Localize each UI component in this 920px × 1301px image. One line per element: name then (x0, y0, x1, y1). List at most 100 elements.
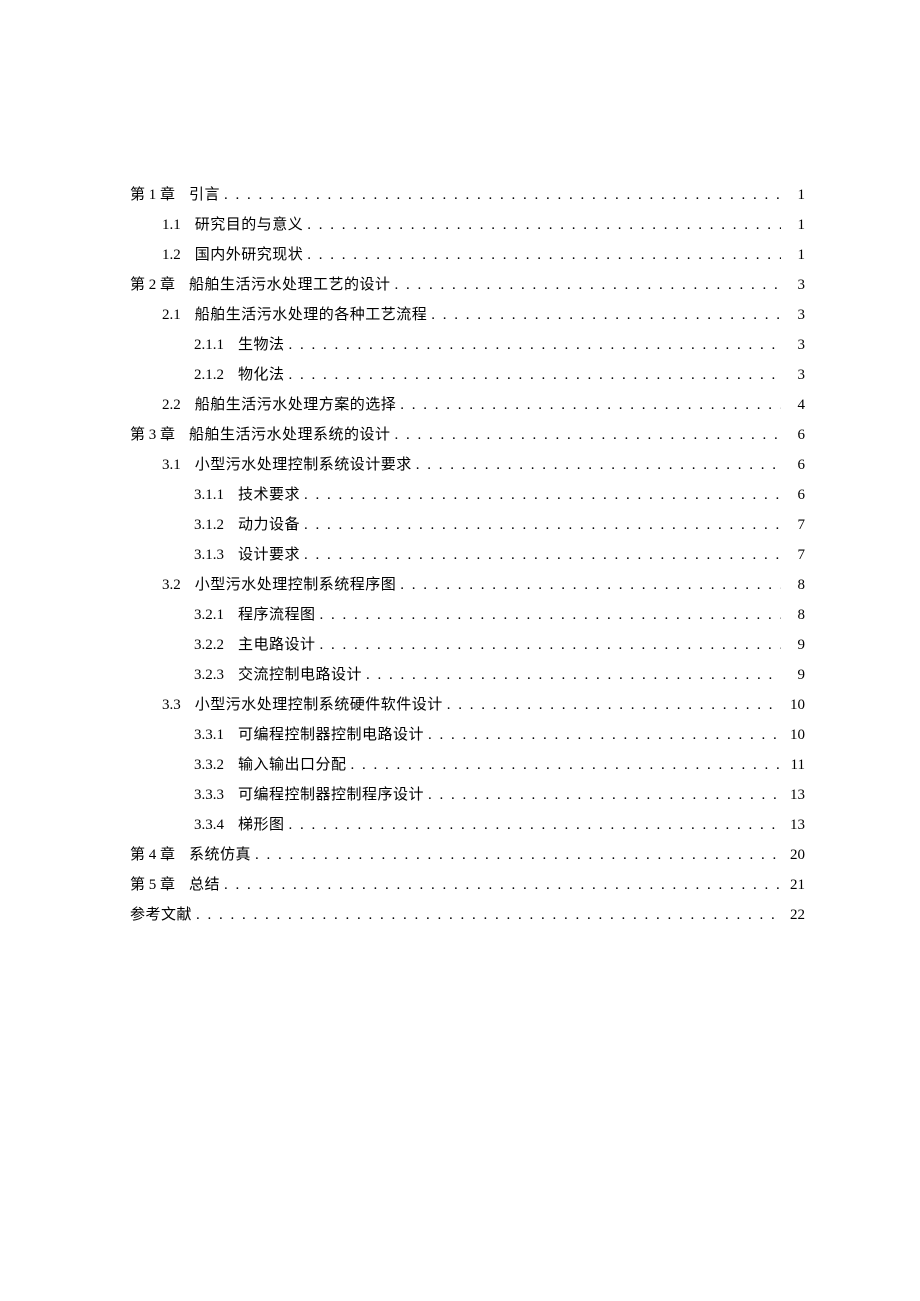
toc-entry-title: 小型污水处理控制系统设计要求 (195, 450, 412, 480)
toc-leader-dots (431, 300, 781, 330)
toc-entry: 第 1 章引言1 (130, 180, 805, 210)
toc-entry-page: 1 (785, 180, 805, 210)
toc-entry-number: 3.3.3 (194, 780, 224, 810)
toc-leader-dots (428, 720, 781, 750)
toc-leader-dots (304, 480, 781, 510)
toc-leader-dots (400, 390, 781, 420)
toc-entry: 3.2.3交流控制电路设计9 (130, 660, 805, 690)
toc-entry-page: 3 (785, 270, 805, 300)
toc-entry-number: 2.2 (162, 390, 181, 420)
toc-entry: 3.3.3 可编程控制器控制程序设计 13 (130, 780, 805, 810)
toc-entry: 3.2.2主电路设计9 (130, 630, 805, 660)
toc-entry-number: 第 3 章 (130, 420, 175, 450)
toc-leader-dots (428, 780, 781, 810)
toc-leader-dots (320, 630, 781, 660)
toc-entry-page: 8 (785, 600, 805, 630)
toc-entry: 3.2.1 程序流程图 8 (130, 600, 805, 630)
toc-entry-title: 可编程控制器控制电路设计 (238, 720, 424, 750)
toc-entry-title: 技术要求 (238, 480, 300, 510)
toc-entry-title: 引言 (189, 180, 220, 210)
toc-entry-number: 3.3.4 (194, 810, 224, 840)
toc-entry-title: 研究目的与意义 (195, 210, 304, 240)
toc-leader-dots (304, 540, 781, 570)
toc-leader-dots (307, 210, 781, 240)
toc-leader-dots (289, 360, 781, 390)
toc-entry-page: 7 (785, 540, 805, 570)
toc-entry-page: 13 (785, 780, 805, 810)
toc-leader-dots (289, 810, 781, 840)
toc-entry-number: 3.3 (162, 690, 181, 720)
toc-leader-dots (304, 510, 781, 540)
toc-leader-dots (224, 180, 781, 210)
toc-entry-page: 10 (785, 690, 805, 720)
toc-entry-title: 参考文献 (130, 900, 192, 930)
toc-entry: 3.1.2动力设备7 (130, 510, 805, 540)
toc-entry-title: 物化法 (238, 360, 285, 390)
toc-entry-title: 程序流程图 (238, 600, 316, 630)
toc-leader-dots (400, 570, 781, 600)
toc-entry: 3.2小型污水处理控制系统程序图8 (130, 570, 805, 600)
toc-leader-dots (289, 330, 781, 360)
toc-entry: 第 2 章船舶生活污水处理工艺的设计 3 (130, 270, 805, 300)
toc-entry-page: 11 (785, 750, 805, 780)
toc-entry: 3.3小型污水处理控制系统硬件软件设计10 (130, 690, 805, 720)
toc-entry-page: 6 (785, 480, 805, 510)
toc-entry-page: 10 (785, 720, 805, 750)
toc-entry-number: 3.3.1 (194, 720, 224, 750)
toc-entry-number: 3.2.1 (194, 600, 224, 630)
toc-leader-dots (196, 900, 781, 930)
toc-entry-page: 3 (785, 300, 805, 330)
toc-entry-page: 8 (785, 570, 805, 600)
toc-leader-dots (224, 870, 781, 900)
toc-entry: 第 4 章系统仿真20 (130, 840, 805, 870)
toc-leader-dots (395, 270, 781, 300)
toc-entry: 1.2 国内外研究现状 1 (130, 240, 805, 270)
toc-entry: 3.1.3设计要求7 (130, 540, 805, 570)
toc-entry-title: 可编程控制器控制程序设计 (238, 780, 424, 810)
toc-entry: 第 5 章总结21 (130, 870, 805, 900)
toc-entry-title: 输入输出口分配 (238, 750, 347, 780)
toc-leader-dots (307, 240, 781, 270)
toc-entry-title: 船舶生活污水处理系统的设计 (189, 420, 391, 450)
toc-entry-page: 1 (785, 240, 805, 270)
toc-entry-title: 船舶生活污水处理方案的选择 (195, 390, 397, 420)
toc-entry-title: 动力设备 (238, 510, 300, 540)
table-of-contents: 第 1 章引言11.1研究目的与意义11.2国内外研究现状1第 2 章船舶生活污… (130, 180, 805, 930)
toc-leader-dots (395, 420, 781, 450)
toc-leader-dots (255, 840, 781, 870)
toc-entry-title: 小型污水处理控制系统程序图 (195, 570, 397, 600)
toc-entry-number: 3.1 (162, 450, 181, 480)
toc-entry: 3.1.1 技术要求 6 (130, 480, 805, 510)
toc-entry-page: 3 (785, 330, 805, 360)
toc-entry-page: 1 (785, 210, 805, 240)
toc-entry-number: 3.1.1 (194, 480, 224, 510)
toc-entry-page: 3 (785, 360, 805, 390)
toc-entry: 3.1 小型污水处理控制系统设计要求 6 (130, 450, 805, 480)
toc-entry-number: 3.3.2 (194, 750, 224, 780)
toc-leader-dots (416, 450, 781, 480)
toc-entry-number: 第 2 章 (130, 270, 175, 300)
toc-entry-number: 3.1.3 (194, 540, 224, 570)
toc-entry-number: 2.1 (162, 300, 181, 330)
toc-entry-page: 6 (785, 450, 805, 480)
toc-entry-page: 9 (785, 630, 805, 660)
toc-entry-page: 7 (785, 510, 805, 540)
toc-leader-dots (447, 690, 781, 720)
toc-entry-number: 第 4 章 (130, 840, 175, 870)
toc-entry: 2.1.1生物法3 (130, 330, 805, 360)
toc-entry-page: 13 (785, 810, 805, 840)
toc-entry-title: 国内外研究现状 (195, 240, 304, 270)
toc-entry-title: 船舶生活污水处理工艺的设计 (189, 270, 391, 300)
toc-entry-title: 梯形图 (238, 810, 285, 840)
toc-entry-page: 22 (785, 900, 805, 930)
toc-entry-number: 1.2 (162, 240, 181, 270)
toc-entry-number: 第 5 章 (130, 870, 175, 900)
toc-entry-number: 3.2.2 (194, 630, 224, 660)
toc-entry-page: 6 (785, 420, 805, 450)
toc-entry-title: 总结 (189, 870, 220, 900)
toc-entry: 3.3.2 输入输出口分配 11 (130, 750, 805, 780)
toc-entry-number: 2.1.2 (194, 360, 224, 390)
toc-entry-page: 20 (785, 840, 805, 870)
toc-entry: 2.1船舶生活污水处理的各种工艺流程3 (130, 300, 805, 330)
toc-entry-title: 生物法 (238, 330, 285, 360)
